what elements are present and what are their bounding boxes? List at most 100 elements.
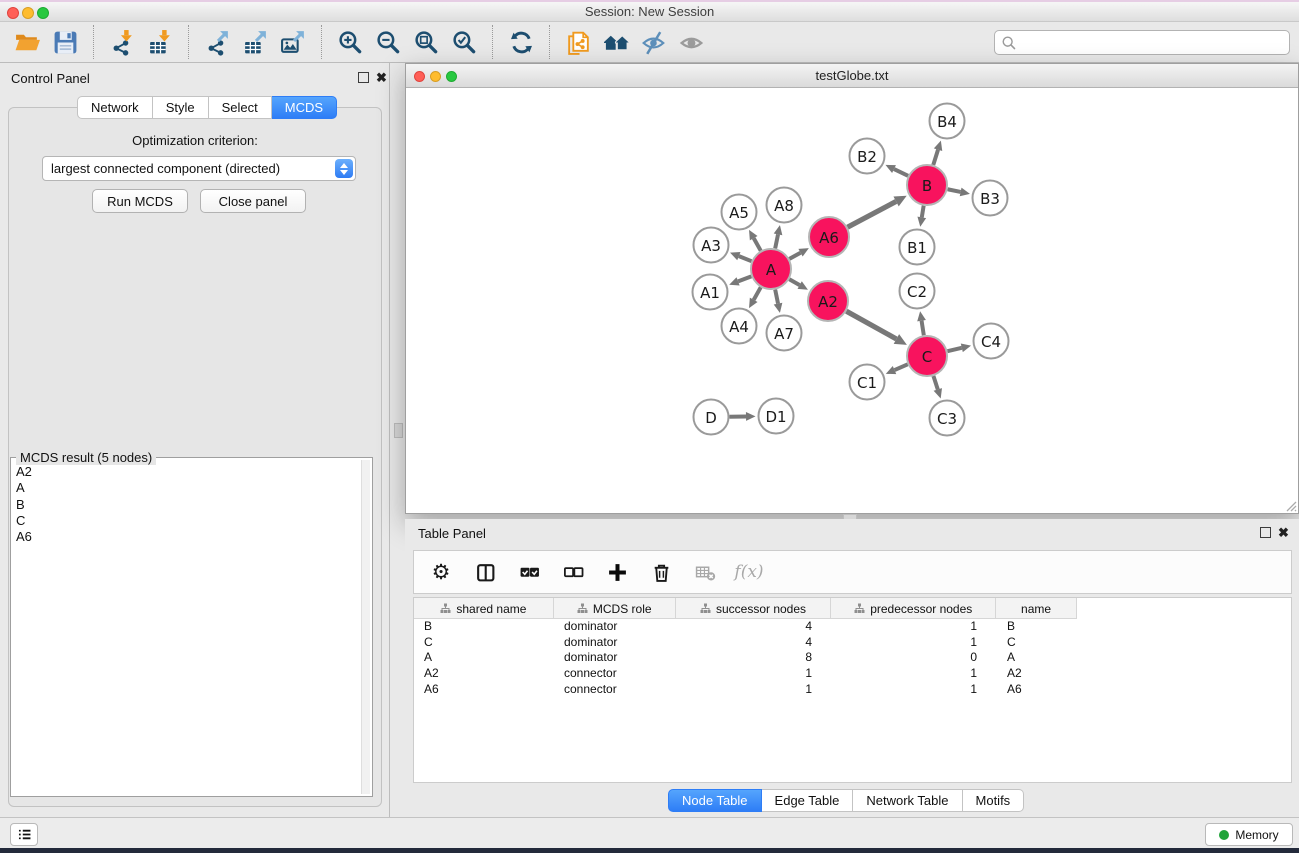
cell-successor-nodes[interactable]: 4 bbox=[676, 619, 832, 635]
cell-MCDS-role[interactable]: connector bbox=[554, 682, 676, 698]
minimize-network-button[interactable] bbox=[430, 71, 441, 82]
search-input[interactable] bbox=[1021, 32, 1285, 53]
node-C3[interactable]: C3 bbox=[930, 401, 965, 436]
cell-name[interactable]: A bbox=[997, 650, 1077, 666]
cell-MCDS-role[interactable]: connector bbox=[554, 666, 676, 682]
edge-A-A8[interactable] bbox=[775, 234, 778, 248]
zoom-out-button[interactable] bbox=[369, 25, 407, 59]
column-header-name[interactable]: name bbox=[996, 598, 1076, 619]
vertical-splitter-grip[interactable] bbox=[394, 423, 403, 438]
edge-A2-C[interactable] bbox=[846, 311, 896, 339]
zoom-selected-button[interactable] bbox=[445, 25, 483, 59]
cell-successor-nodes[interactable]: 1 bbox=[676, 666, 832, 682]
node-D1[interactable]: D1 bbox=[759, 399, 794, 434]
tab-motifs[interactable]: Motifs bbox=[963, 789, 1025, 812]
save-session-button[interactable] bbox=[46, 25, 84, 59]
memory-button[interactable]: Memory bbox=[1205, 823, 1293, 846]
cell-successor-nodes[interactable]: 8 bbox=[676, 650, 832, 666]
node-A5[interactable]: A5 bbox=[722, 195, 757, 230]
tab-edge-table[interactable]: Edge Table bbox=[762, 789, 854, 812]
edge-A-A6[interactable] bbox=[789, 253, 800, 259]
tab-mcds[interactable]: MCDS bbox=[272, 96, 337, 119]
edge-B-B4[interactable] bbox=[933, 150, 938, 165]
cell-name[interactable]: B bbox=[997, 619, 1077, 635]
table-row[interactable]: A6connector11A6 bbox=[414, 682, 1291, 698]
table-settings-button[interactable]: ⚙ bbox=[428, 560, 454, 584]
node-C[interactable]: C bbox=[907, 336, 947, 376]
task-history-button[interactable] bbox=[10, 823, 38, 846]
node-A2[interactable]: A2 bbox=[808, 281, 848, 321]
column-header-successor-nodes[interactable]: successor nodes bbox=[676, 598, 832, 619]
cell-predecessor-nodes[interactable]: 1 bbox=[832, 666, 997, 682]
tab-network-table[interactable]: Network Table bbox=[853, 789, 962, 812]
node-C1[interactable]: C1 bbox=[850, 365, 885, 400]
edge-C-C3[interactable] bbox=[933, 376, 937, 389]
edge-B-B2[interactable] bbox=[894, 169, 908, 176]
edge-B-B1[interactable] bbox=[922, 206, 924, 218]
zoom-fit-button[interactable] bbox=[407, 25, 445, 59]
close-network-button[interactable] bbox=[414, 71, 425, 82]
node-B3[interactable]: B3 bbox=[973, 181, 1008, 216]
edge-C-C1[interactable] bbox=[895, 364, 908, 370]
cell-shared-name[interactable]: B bbox=[414, 619, 554, 635]
edge-C-C2[interactable] bbox=[922, 321, 924, 336]
search-box[interactable] bbox=[994, 30, 1290, 55]
mcds-result-item[interactable]: A bbox=[13, 480, 359, 496]
import-network-button[interactable] bbox=[103, 25, 141, 59]
cell-MCDS-role[interactable]: dominator bbox=[554, 635, 676, 651]
edge-A-A1[interactable] bbox=[738, 276, 751, 281]
cell-predecessor-nodes[interactable]: 0 bbox=[832, 650, 997, 666]
mcds-result-list[interactable]: A2ABCA6 bbox=[13, 464, 359, 794]
cell-MCDS-role[interactable]: dominator bbox=[554, 619, 676, 635]
node-A8[interactable]: A8 bbox=[767, 188, 802, 223]
edge-B-B3[interactable] bbox=[948, 189, 961, 192]
float-panel-icon[interactable] bbox=[358, 72, 369, 83]
cell-predecessor-nodes[interactable]: 1 bbox=[832, 682, 997, 698]
destroy-column-button[interactable] bbox=[692, 560, 718, 584]
node-A6[interactable]: A6 bbox=[809, 217, 849, 257]
table-row[interactable]: Bdominator41B bbox=[414, 619, 1291, 635]
node-B1[interactable]: B1 bbox=[900, 230, 935, 265]
tab-network[interactable]: Network bbox=[77, 96, 153, 119]
cell-MCDS-role[interactable]: dominator bbox=[554, 650, 676, 666]
tab-node-table[interactable]: Node Table bbox=[668, 789, 762, 812]
open-session-button[interactable] bbox=[8, 25, 46, 59]
hide-graphics-details-button[interactable] bbox=[635, 25, 673, 59]
mcds-result-item[interactable]: A6 bbox=[13, 529, 359, 545]
zoom-network-button[interactable] bbox=[446, 71, 457, 82]
mcds-result-item[interactable]: C bbox=[13, 513, 359, 529]
cell-name[interactable]: A6 bbox=[997, 682, 1077, 698]
close-panel-button[interactable]: Close panel bbox=[200, 189, 306, 213]
mcds-result-item[interactable]: B bbox=[13, 497, 359, 513]
minimize-app-button[interactable] bbox=[22, 7, 34, 19]
cell-successor-nodes[interactable]: 1 bbox=[676, 682, 832, 698]
cell-predecessor-nodes[interactable]: 1 bbox=[832, 619, 997, 635]
table-row[interactable]: A2connector11A2 bbox=[414, 666, 1291, 682]
cell-predecessor-nodes[interactable]: 1 bbox=[832, 635, 997, 651]
network-canvas[interactable]: B4B2BB3A8A5A6A3B1AA1C2A2A4A7C4CC1DD1C3 bbox=[406, 88, 1298, 512]
import-table-button[interactable] bbox=[141, 25, 179, 59]
show-columns-button[interactable] bbox=[472, 560, 498, 584]
float-table-panel-icon[interactable] bbox=[1260, 527, 1271, 538]
export-network-button[interactable] bbox=[198, 25, 236, 59]
node-B4[interactable]: B4 bbox=[930, 104, 965, 139]
edge-A-A2[interactable] bbox=[789, 279, 799, 285]
criterion-dropdown[interactable]: largest connected component (directed) bbox=[42, 156, 356, 181]
select-all-button[interactable] bbox=[516, 560, 542, 584]
zoom-in-button[interactable] bbox=[331, 25, 369, 59]
export-image-button[interactable] bbox=[274, 25, 312, 59]
node-B[interactable]: B bbox=[907, 165, 947, 205]
export-table-button[interactable] bbox=[236, 25, 274, 59]
column-header-shared-name[interactable]: shared name bbox=[414, 598, 554, 619]
node-D[interactable]: D bbox=[694, 400, 729, 435]
tab-select[interactable]: Select bbox=[209, 96, 272, 119]
resize-grip-icon[interactable] bbox=[1283, 498, 1297, 512]
node-A4[interactable]: A4 bbox=[722, 309, 757, 344]
node-A[interactable]: A bbox=[751, 249, 791, 289]
node-A7[interactable]: A7 bbox=[767, 316, 802, 351]
cell-name[interactable]: A2 bbox=[997, 666, 1077, 682]
cell-shared-name[interactable]: C bbox=[414, 635, 554, 651]
mcds-result-scrollbar[interactable] bbox=[361, 460, 370, 794]
clone-network-button[interactable] bbox=[559, 25, 597, 59]
edge-A-A5[interactable] bbox=[754, 238, 761, 251]
